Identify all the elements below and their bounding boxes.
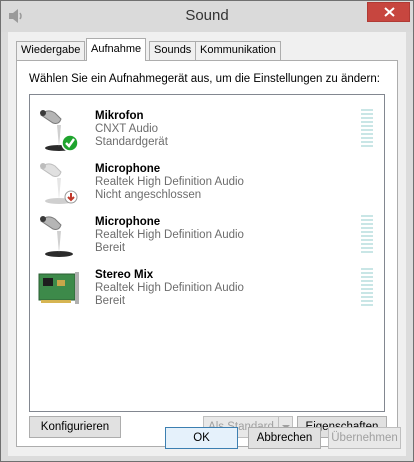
device-item-mikrofon[interactable]: Mikrofon CNXT Audio Standardgerät — [31, 103, 383, 156]
cancel-button[interactable]: Abbrechen — [248, 427, 321, 449]
device-status: Nicht angeschlossen — [95, 189, 202, 201]
instruction-text: Wählen Sie ein Aufnahmegerät aus, um die… — [29, 73, 380, 85]
window-title: Sound — [185, 7, 229, 24]
device-driver: Realtek High Definition Audio — [95, 229, 244, 241]
apply-button[interactable]: Übernehmen — [328, 427, 401, 449]
level-meter — [361, 109, 373, 147]
title-bar[interactable]: Sound — [1, 1, 413, 32]
tab-aufnahme[interactable]: Aufnahme — [86, 38, 147, 61]
sound-card-icon — [38, 272, 79, 304]
device-name: Microphone — [95, 163, 161, 175]
tab-wiedergabe[interactable]: Wiedergabe — [16, 41, 86, 60]
level-meter — [361, 215, 373, 253]
microphone-icon — [40, 216, 73, 257]
device-item-stereo-mix[interactable]: Stereo Mix Realtek High Definition Audio… — [31, 262, 383, 315]
close-icon — [384, 7, 395, 17]
configure-button[interactable]: Konfigurieren — [29, 416, 121, 438]
close-button[interactable] — [367, 2, 410, 22]
recording-device-list[interactable]: Mikrofon CNXT Audio Standardgerät Microp — [29, 94, 385, 412]
device-status: Bereit — [95, 242, 126, 254]
recording-tab-panel: Wählen Sie ein Aufnahmegerät aus, um die… — [16, 60, 398, 447]
ok-button[interactable]: OK — [165, 427, 238, 449]
device-name: Mikrofon — [95, 110, 144, 122]
device-driver: Realtek High Definition Audio — [95, 282, 244, 294]
tab-sounds[interactable]: Sounds — [149, 41, 197, 60]
device-item-microphone-ready[interactable]: Microphone Realtek High Definition Audio… — [31, 209, 383, 262]
device-name: Stereo Mix — [95, 269, 154, 281]
device-name: Microphone — [95, 216, 161, 228]
device-item-microphone-unplugged[interactable]: Microphone Realtek High Definition Audio… — [31, 156, 383, 209]
dialog-client-area: Wiedergabe Aufnahme Sounds Kommunikation… — [8, 32, 406, 456]
microphone-default-icon — [40, 110, 79, 152]
device-driver: Realtek High Definition Audio — [95, 176, 244, 188]
microphone-unplugged-icon — [40, 163, 78, 204]
level-meter — [361, 268, 373, 306]
device-status: Standardgerät — [95, 136, 168, 148]
tab-kommunikation[interactable]: Kommunikation — [195, 41, 281, 60]
sound-dialog: Sound Wiedergabe Aufnahme Sounds Kommuni… — [0, 0, 414, 462]
device-driver: CNXT Audio — [95, 123, 159, 135]
device-status: Bereit — [95, 295, 126, 307]
